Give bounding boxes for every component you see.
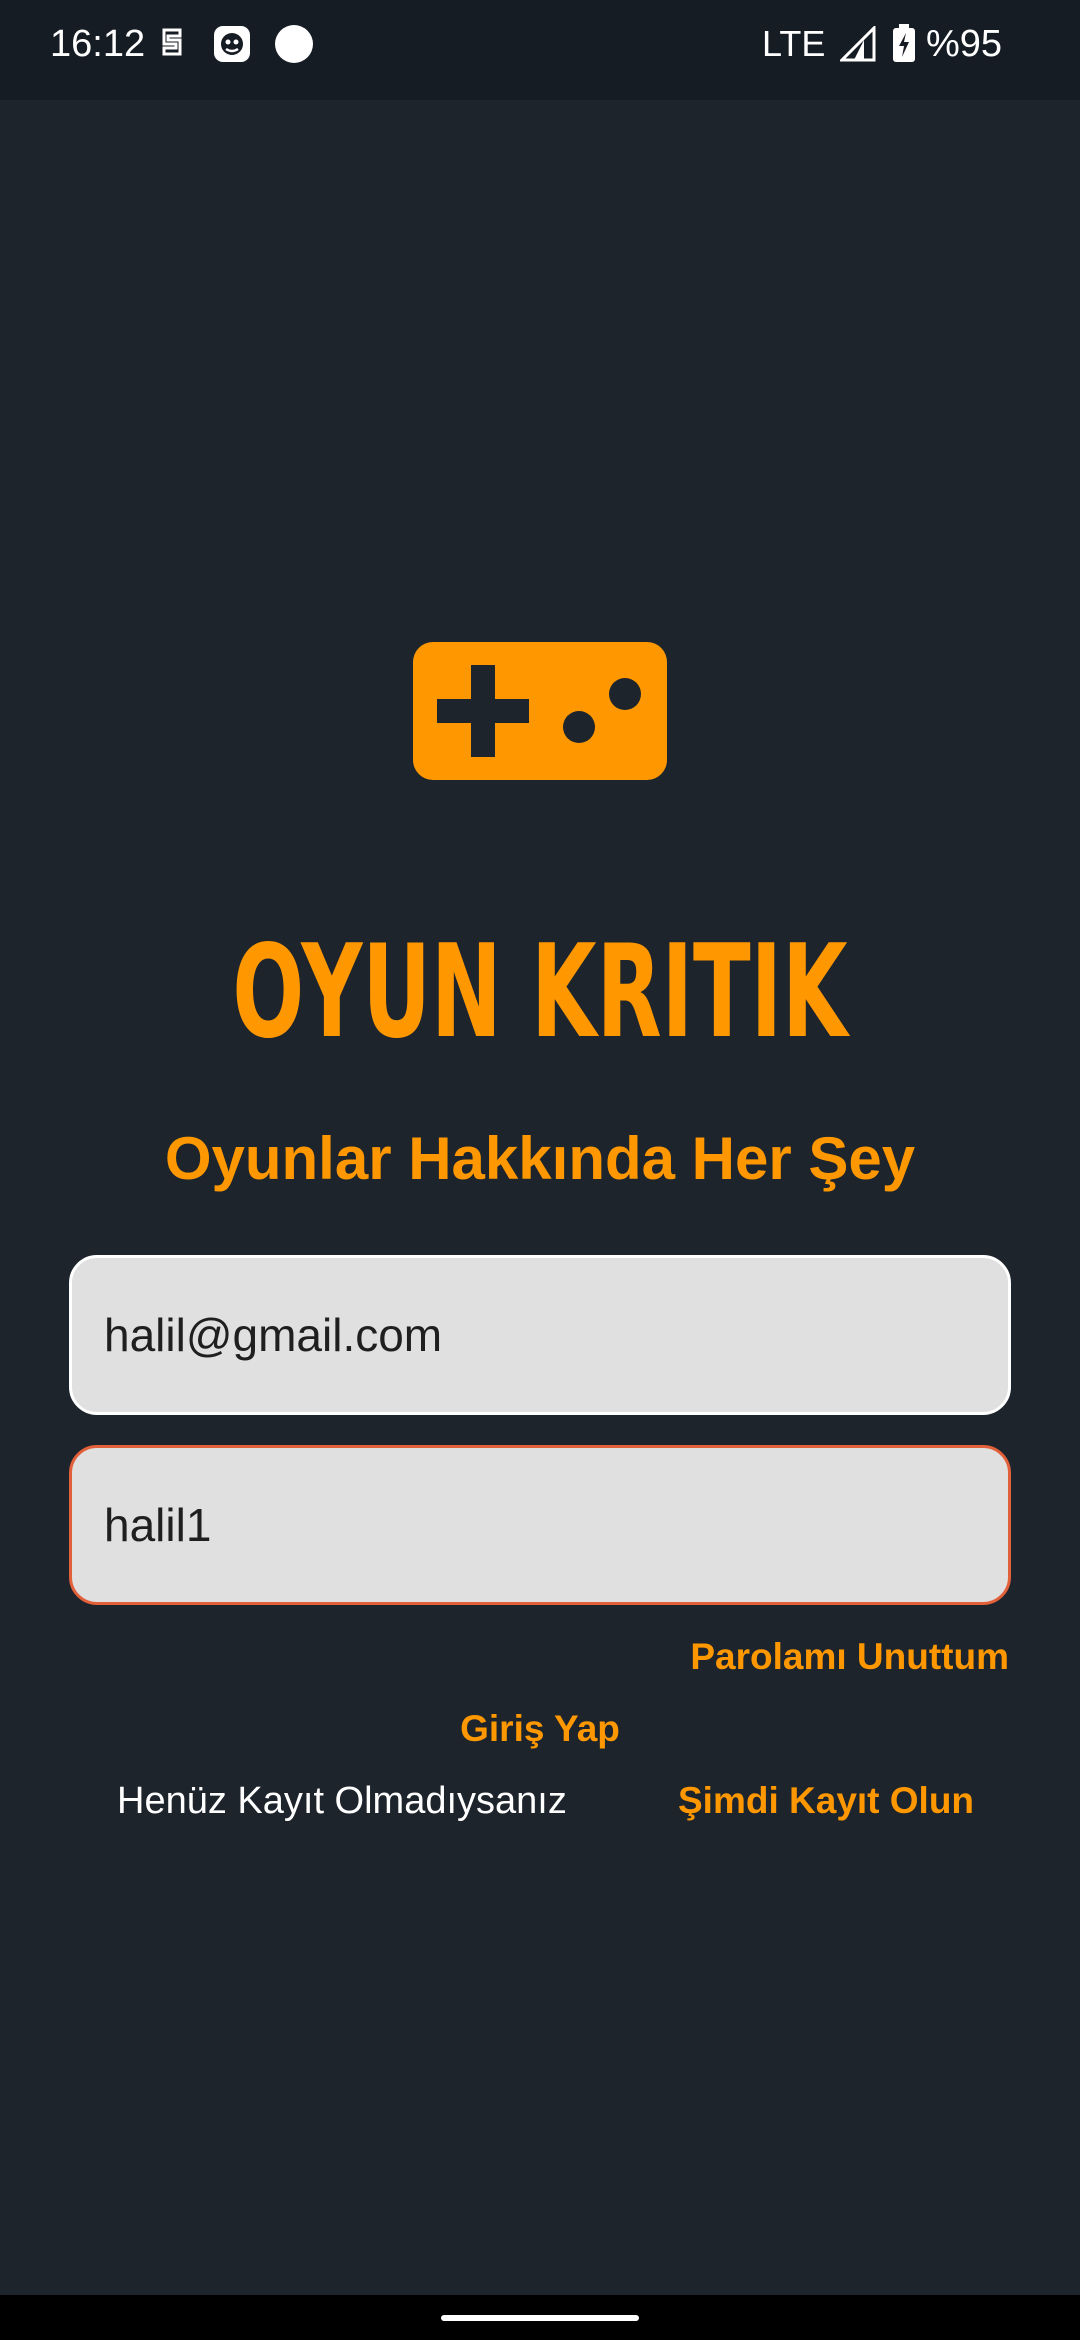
app-title: OYUN KRITIK: [232, 918, 848, 1067]
register-prompt: Henüz Kayıt Olmadıysanız: [117, 1780, 567, 1822]
login-screen: 16:12 LTE %95 OYUN KRITIK Oyunlar Hakkın…: [0, 0, 1080, 2340]
password-field[interactable]: [69, 1445, 1011, 1605]
app-tagline: Oyunlar Hakkında Her Şey: [164, 1125, 916, 1192]
face-icon: [212, 24, 252, 64]
dot-icon: [274, 24, 314, 64]
home-gesture-handle[interactable]: [441, 2315, 639, 2321]
forgot-password-link[interactable]: Parolamı Unuttum: [690, 1632, 1009, 1682]
battery-percent: %95: [926, 23, 1003, 65]
register-link[interactable]: Şimdi Kayıt Olun: [678, 1776, 974, 1826]
navigation-bar: [0, 2295, 1080, 2340]
network-label: LTE: [762, 23, 826, 64]
signal-icon: [838, 24, 878, 64]
sim-icon: [152, 24, 192, 64]
battery-charging-icon: [884, 24, 924, 64]
status-bar: 16:12 LTE %95: [0, 0, 1080, 100]
gamepad-icon: [413, 642, 667, 780]
email-field[interactable]: [69, 1255, 1011, 1415]
status-time: 16:12: [50, 23, 146, 65]
login-button[interactable]: Giriş Yap: [0, 1704, 1080, 1754]
